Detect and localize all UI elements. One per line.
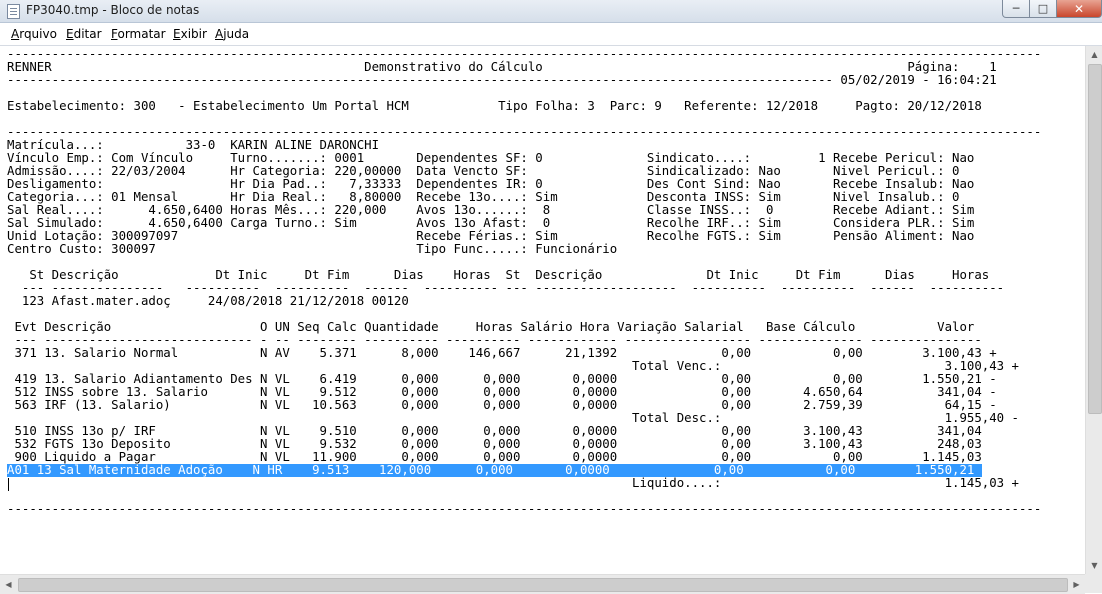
text-line: 123 Afast.mater.adoç 24/08/2018 21/12/20… bbox=[7, 294, 409, 308]
menu-ajuda[interactable]: Ajuda bbox=[215, 27, 249, 41]
close-button[interactable]: ✕ bbox=[1056, 0, 1102, 18]
scrollbar-corner bbox=[1085, 574, 1102, 593]
text-caret bbox=[8, 478, 9, 491]
horizontal-scrollbar[interactable]: ◀ ▶ bbox=[0, 574, 1085, 594]
horizontal-scroll-thumb[interactable] bbox=[18, 578, 1068, 592]
menu-exibir[interactable]: Exibir bbox=[173, 27, 207, 41]
scroll-up-arrow-icon[interactable]: ▲ bbox=[1086, 46, 1102, 63]
menu-arquivo[interactable]: Arquivo bbox=[11, 27, 57, 41]
title-bar: FP3040.tmp - Bloco de notas ─ □ ✕ bbox=[0, 0, 1102, 23]
menu-formatar[interactable]: Formatar bbox=[111, 27, 166, 41]
scroll-right-arrow-icon[interactable]: ▶ bbox=[1068, 575, 1085, 594]
text-line: Estabelecimento: 300 - Estabelecimento U… bbox=[7, 99, 982, 113]
text-line: Liquido....: 1.145,03 + bbox=[7, 476, 1019, 490]
menu-editar[interactable]: Editar bbox=[66, 27, 102, 41]
window-title: FP3040.tmp - Bloco de notas bbox=[26, 3, 200, 17]
scroll-down-arrow-icon[interactable]: ▼ bbox=[1086, 557, 1102, 574]
text-line: Centro Custo: 300097 Tipo Func.....: Fun… bbox=[7, 242, 618, 256]
menu-bar: Arquivo Editar Formatar Exibir Ajuda bbox=[0, 23, 1102, 46]
text-editor[interactable]: ----------------------------------------… bbox=[0, 46, 1084, 574]
text-line: ----------------------------------------… bbox=[7, 73, 997, 87]
scroll-left-arrow-icon[interactable]: ◀ bbox=[0, 575, 17, 594]
vertical-scrollbar[interactable]: ▲ ▼ bbox=[1085, 46, 1102, 574]
maximize-button[interactable]: □ bbox=[1029, 0, 1057, 18]
minimize-button[interactable]: ─ bbox=[1002, 0, 1030, 18]
vertical-scroll-thumb[interactable] bbox=[1088, 64, 1102, 414]
text-line: ----------------------------------------… bbox=[7, 502, 1042, 516]
notepad-app-icon bbox=[7, 4, 20, 19]
